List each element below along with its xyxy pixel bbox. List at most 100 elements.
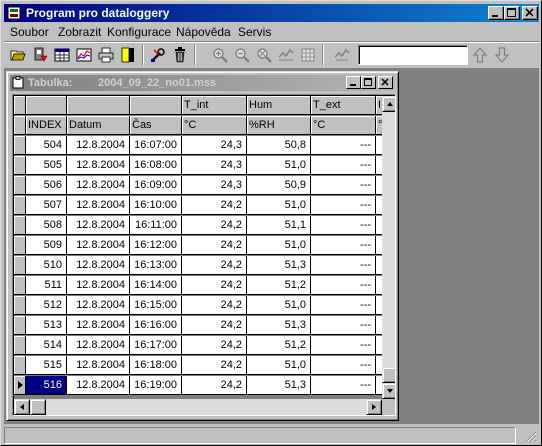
table-window-title-bar[interactable]: Tabulka: 2004_09_22_no01.mss bbox=[10, 75, 395, 91]
menu-soubor[interactable]: Soubor bbox=[10, 25, 49, 39]
row-indicator[interactable] bbox=[14, 156, 26, 175]
row-indicator[interactable] bbox=[14, 336, 26, 355]
table-cell[interactable]: 512 bbox=[26, 296, 67, 315]
table-cell[interactable]: 16:15:00 bbox=[130, 296, 182, 315]
table-cell[interactable]: 510 bbox=[26, 256, 67, 275]
scroll-thumb-horizontal[interactable] bbox=[30, 399, 46, 415]
table-cell[interactable]: --- bbox=[311, 176, 376, 195]
table-cell[interactable]: 12.8.2004 bbox=[67, 136, 130, 155]
table-cell[interactable]: 24,2 bbox=[182, 216, 247, 235]
table-cell[interactable]: 16:09:00 bbox=[130, 176, 182, 195]
table-cell[interactable]: 16:08:00 bbox=[130, 156, 182, 175]
table-cell[interactable]: 12.8.2004 bbox=[67, 376, 130, 395]
table-cell[interactable]: 24,2 bbox=[182, 336, 247, 355]
download-button[interactable] bbox=[30, 45, 50, 65]
table-cell[interactable]: 16:12:00 bbox=[130, 236, 182, 255]
row-indicator[interactable] bbox=[14, 316, 26, 335]
table-cell[interactable]: 24,2 bbox=[182, 316, 247, 335]
column-header[interactable] bbox=[26, 96, 67, 115]
column-header[interactable]: Datum bbox=[67, 116, 130, 135]
table-cell[interactable]: 51,3 bbox=[247, 376, 311, 395]
table-cell[interactable]: 16:11:00 bbox=[130, 216, 182, 235]
scroll-thumb[interactable] bbox=[382, 367, 395, 383]
table-cell[interactable]: 12.8.2004 bbox=[67, 236, 130, 255]
child-maximize-button[interactable] bbox=[361, 76, 376, 89]
grid-button[interactable] bbox=[298, 45, 318, 65]
table-cell[interactable]: --- bbox=[311, 376, 376, 395]
table-cell[interactable]: 51,3 bbox=[247, 316, 311, 335]
table-cell[interactable]: 12.8.2004 bbox=[67, 216, 130, 235]
delete-button[interactable] bbox=[170, 45, 190, 65]
graph-view-button[interactable] bbox=[74, 45, 94, 65]
table-cell[interactable]: 16:17:00 bbox=[130, 336, 182, 355]
table-cell[interactable]: 51,0 bbox=[247, 156, 311, 175]
child-minimize-button[interactable] bbox=[346, 76, 361, 89]
mark-button[interactable] bbox=[276, 45, 296, 65]
table-cell[interactable]: 16:18:00 bbox=[130, 356, 182, 375]
table-cell[interactable]: --- bbox=[311, 256, 376, 275]
table-cell[interactable]: 12.8.2004 bbox=[67, 156, 130, 175]
row-indicator[interactable] bbox=[14, 136, 26, 155]
row-indicator[interactable] bbox=[14, 356, 26, 375]
column-header[interactable]: INDEX bbox=[26, 116, 67, 135]
column-header[interactable]: %RH bbox=[247, 116, 311, 135]
column-header[interactable] bbox=[130, 96, 182, 115]
table-cell[interactable]: 506 bbox=[26, 176, 67, 195]
scroll-down-button[interactable] bbox=[382, 383, 395, 399]
print-button[interactable] bbox=[96, 45, 116, 65]
table-cell[interactable]: --- bbox=[311, 316, 376, 335]
zoom-out-button[interactable] bbox=[232, 45, 252, 65]
table-cell[interactable]: 12.8.2004 bbox=[67, 336, 130, 355]
table-cell[interactable]: 50,8 bbox=[247, 136, 311, 155]
table-cell[interactable]: 24,3 bbox=[182, 136, 247, 155]
table-cell[interactable]: 24,3 bbox=[182, 176, 247, 195]
table-cell[interactable]: 16:10:00 bbox=[130, 196, 182, 215]
table-cell[interactable]: 516 bbox=[26, 376, 67, 395]
menu-konfigurace[interactable]: Konfigurace bbox=[107, 25, 171, 39]
search-input[interactable] bbox=[358, 45, 468, 65]
table-cell[interactable]: 508 bbox=[26, 216, 67, 235]
table-cell[interactable]: 12.8.2004 bbox=[67, 316, 130, 335]
zoom-reset-button[interactable] bbox=[254, 45, 274, 65]
table-cell[interactable]: 12.8.2004 bbox=[67, 176, 130, 195]
table-cell[interactable]: 24,2 bbox=[182, 236, 247, 255]
menu-servis[interactable]: Servis bbox=[238, 25, 271, 39]
table-cell[interactable]: 24,2 bbox=[182, 196, 247, 215]
scroll-right-button[interactable] bbox=[366, 399, 382, 415]
table-cell[interactable]: 51,3 bbox=[247, 256, 311, 275]
table-cell[interactable]: --- bbox=[311, 276, 376, 295]
menu-zobrazit[interactable]: Zobrazit bbox=[58, 25, 101, 39]
table-cell[interactable]: --- bbox=[311, 136, 376, 155]
table-cell[interactable]: 12.8.2004 bbox=[67, 276, 130, 295]
table-cell[interactable]: --- bbox=[311, 356, 376, 375]
table-cell[interactable]: 24,2 bbox=[182, 356, 247, 375]
column-header[interactable] bbox=[67, 96, 130, 115]
resize-grip-icon[interactable] bbox=[524, 430, 537, 443]
table-cell[interactable]: 24,2 bbox=[182, 376, 247, 395]
column-header[interactable]: T_int bbox=[182, 96, 247, 115]
column-header[interactable]: °C bbox=[182, 116, 247, 135]
table-cell[interactable]: 16:14:00 bbox=[130, 276, 182, 295]
settings-button[interactable] bbox=[148, 45, 168, 65]
scroll-up-button[interactable] bbox=[382, 96, 395, 112]
table-cell[interactable]: --- bbox=[311, 196, 376, 215]
table-cell[interactable]: 51,0 bbox=[247, 356, 311, 375]
child-close-button[interactable] bbox=[378, 76, 393, 89]
table-cell[interactable]: --- bbox=[311, 336, 376, 355]
table-cell[interactable]: 51,0 bbox=[247, 296, 311, 315]
row-indicator[interactable] bbox=[14, 376, 26, 395]
table-cell[interactable]: --- bbox=[311, 156, 376, 175]
table-cell[interactable]: 12.8.2004 bbox=[67, 196, 130, 215]
table-cell[interactable]: 505 bbox=[26, 156, 67, 175]
open-button[interactable] bbox=[8, 45, 28, 65]
row-indicator[interactable] bbox=[14, 276, 26, 295]
table-cell[interactable]: 16:07:00 bbox=[130, 136, 182, 155]
row-indicator[interactable] bbox=[14, 196, 26, 215]
column-header[interactable]: T_ext bbox=[311, 96, 376, 115]
minimize-button[interactable] bbox=[488, 6, 504, 20]
column-header[interactable]: Čas bbox=[130, 116, 182, 135]
row-indicator[interactable] bbox=[14, 296, 26, 315]
row-indicator[interactable] bbox=[14, 236, 26, 255]
menu-napoveda[interactable]: Nápověda bbox=[176, 25, 231, 39]
table-cell[interactable]: 50,9 bbox=[247, 176, 311, 195]
